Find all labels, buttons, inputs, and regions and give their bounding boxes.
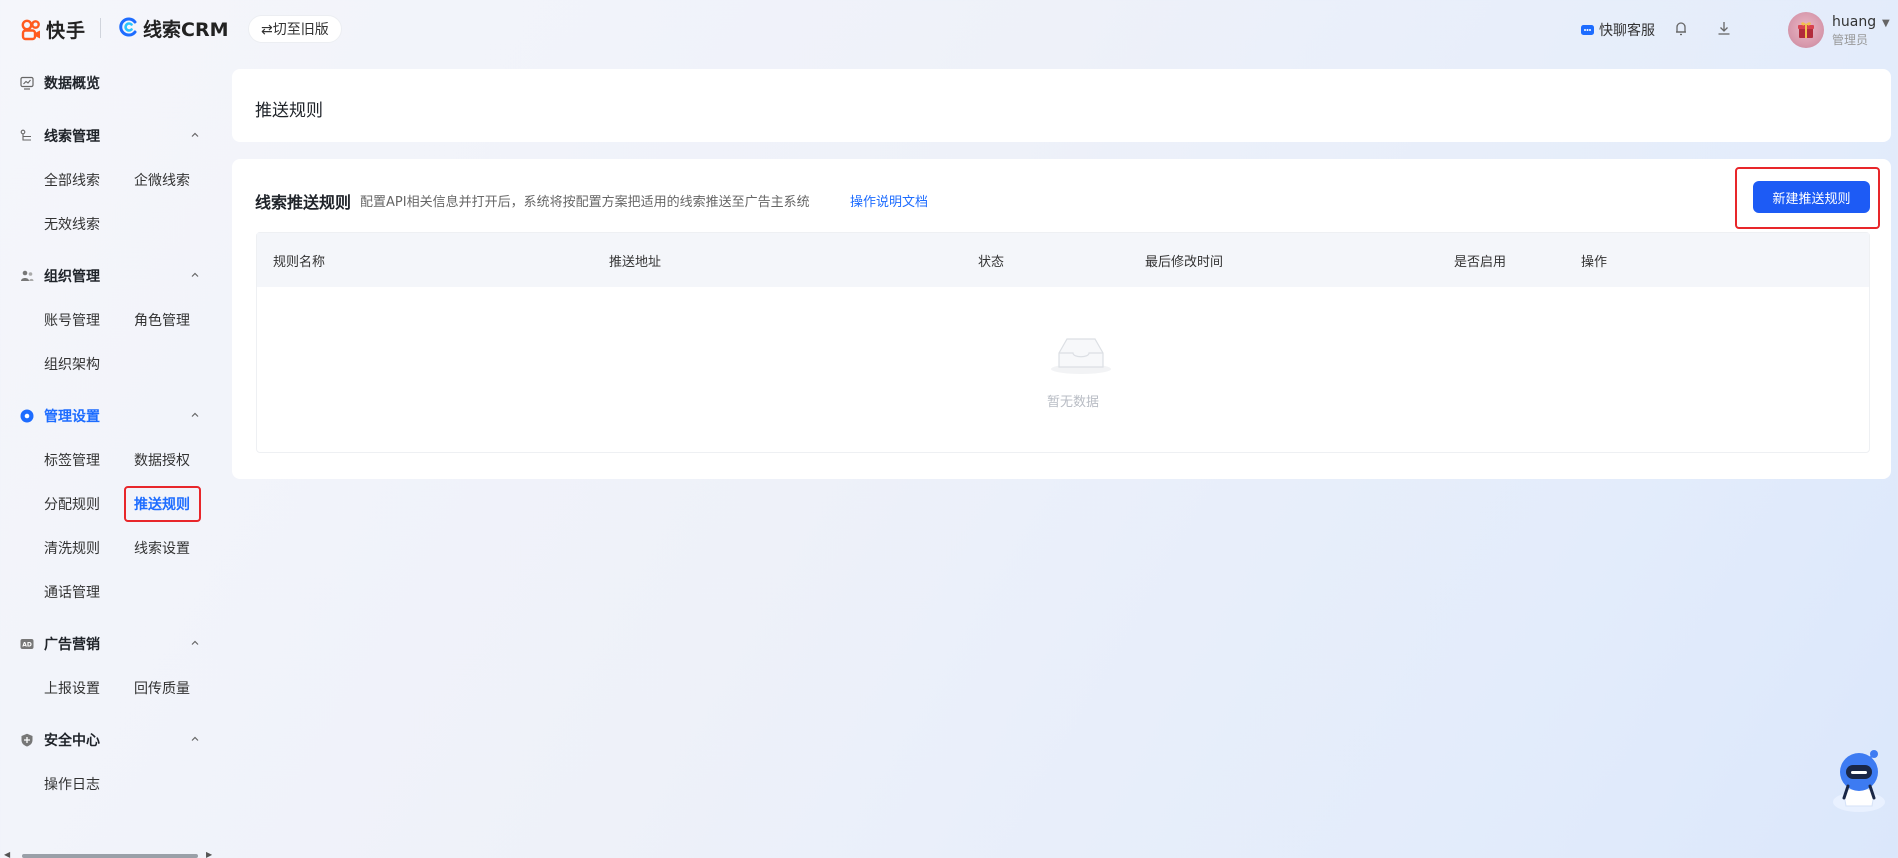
sidebar-item-clean-rules[interactable]: 清洗规则 (44, 536, 100, 560)
empty-inbox-icon (1049, 333, 1113, 379)
sidebar: 数据概览 线索管理 全部线索 企微线索 无效线索 组织管理 账号管理 角色管理 … (0, 58, 210, 858)
ad-icon: AD (20, 637, 34, 651)
chat-icon (1581, 24, 1594, 35)
kefu-label: 快聊客服 (1599, 23, 1655, 39)
rules-table: 规则名称 推送地址 状态 最后修改时间 是否启用 操作 暂无数据 (256, 232, 1870, 453)
sidebar-item-org-structure[interactable]: 组织架构 (44, 352, 100, 376)
scrollbar-thumb[interactable] (22, 854, 198, 858)
brand-name: 快手 (46, 20, 87, 42)
sidebar-group-security[interactable]: 安全中心 (20, 728, 206, 752)
logo-divider (100, 18, 101, 38)
sidebar-group-org-management[interactable]: 组织管理 (20, 264, 206, 288)
settings-icon (20, 409, 34, 423)
assistant-robot-icon[interactable] (1830, 740, 1888, 818)
sidebar-item-wecom-clues[interactable]: 企微线索 (134, 168, 190, 192)
product-name: 线索CRM (143, 19, 229, 41)
column-header-push-url: 推送地址 (609, 255, 662, 270)
sidebar-item-operation-log[interactable]: 操作日志 (44, 772, 100, 796)
clue-icon (20, 129, 34, 143)
user-name[interactable]: huang (1832, 14, 1876, 30)
shield-icon (20, 733, 34, 747)
sidebar-item-clue-settings[interactable]: 线索设置 (134, 536, 190, 560)
section-description: 配置API相关信息并打开后，系统将按配置方案把适用的线索推送至广告主系统 (360, 195, 810, 210)
section-title: 线索推送规则 (255, 193, 352, 212)
sidebar-item-report-settings[interactable]: 上报设置 (44, 676, 100, 700)
chevron-up-icon[interactable] (190, 732, 200, 748)
user-menu-caret-icon[interactable]: ▼ (1882, 18, 1890, 29)
sidebar-group-label: 线索管理 (44, 129, 100, 145)
download-icon[interactable] (1716, 20, 1732, 41)
kuaishou-logo[interactable]: 快手 (20, 16, 86, 43)
sidebar-item-roles[interactable]: 角色管理 (134, 308, 190, 332)
sidebar-item-callback-quality[interactable]: 回传质量 (134, 676, 190, 700)
sidebar-item-assign-rules[interactable]: 分配规则 (44, 492, 100, 516)
chart-icon (20, 76, 34, 90)
user-role: 管理员 (1832, 33, 1869, 47)
sidebar-item-tags[interactable]: 标签管理 (44, 448, 100, 472)
sidebar-item-accounts[interactable]: 账号管理 (44, 308, 100, 332)
column-header-actions: 操作 (1581, 255, 1608, 270)
sidebar-group-label: 管理设置 (44, 409, 100, 425)
chevron-up-icon[interactable] (190, 128, 200, 144)
column-header-rule-name: 规则名称 (273, 255, 326, 270)
scroll-left-arrow-icon[interactable]: ◀ (4, 850, 10, 858)
kuaishou-logo-icon (20, 19, 42, 41)
sidebar-item-data-overview[interactable]: 数据概览 (20, 71, 206, 95)
bell-icon[interactable] (1673, 20, 1689, 41)
sidebar-group-ad-marketing[interactable]: AD 广告营销 (20, 632, 206, 656)
chevron-up-icon[interactable] (190, 408, 200, 424)
sidebar-horizontal-scrollbar[interactable]: ◀ ▶ (0, 850, 218, 858)
gift-avatar-icon (1798, 22, 1814, 38)
chevron-up-icon[interactable] (190, 268, 200, 284)
column-header-enabled: 是否启用 (1454, 255, 1507, 270)
column-header-last-modified: 最后修改时间 (1145, 255, 1224, 270)
sidebar-group-label: 组织管理 (44, 269, 100, 285)
sidebar-group-admin-settings[interactable]: 管理设置 (20, 404, 206, 428)
page-title: 推送规则 (255, 101, 323, 121)
crm-logo[interactable]: 线索CRM (117, 15, 228, 42)
sidebar-group-label: 广告营销 (44, 637, 100, 653)
scroll-right-arrow-icon[interactable]: ▶ (206, 850, 212, 858)
column-header-status: 状态 (978, 255, 1005, 270)
chevron-up-icon[interactable] (190, 636, 200, 652)
table-header: 规则名称 推送地址 状态 最后修改时间 是否启用 操作 (257, 233, 1869, 287)
empty-state-text: 暂无数据 (1047, 395, 1100, 410)
sidebar-item-call-management[interactable]: 通话管理 (44, 580, 100, 604)
switch-old-version-button[interactable]: ⇄切至旧版 (248, 15, 342, 43)
sidebar-item-label: 数据概览 (44, 76, 100, 92)
push-rules-card: 线索推送规则 配置API相关信息并打开后，系统将按配置方案把适用的线索推送至广告… (232, 159, 1891, 479)
avatar[interactable] (1788, 12, 1824, 48)
highlight-box-push-rules (124, 486, 201, 522)
sidebar-group-clue-management[interactable]: 线索管理 (20, 124, 206, 148)
org-icon (20, 269, 34, 283)
kefu-button[interactable]: 快聊客服 (1580, 20, 1655, 40)
top-bar: 快手 线索CRM ⇄切至旧版 快聊客服 huang 管理员 ▼ (0, 0, 1898, 58)
sidebar-group-label: 安全中心 (44, 733, 100, 749)
svg-text:AD: AD (22, 642, 32, 649)
crm-logo-icon (117, 16, 139, 42)
doc-link[interactable]: 操作说明文档 (850, 191, 928, 210)
new-push-rule-button[interactable]: 新建推送规则 (1753, 181, 1870, 213)
sidebar-item-data-auth[interactable]: 数据授权 (134, 448, 190, 472)
sidebar-item-invalid-clues[interactable]: 无效线索 (44, 212, 100, 236)
page-header-card: 推送规则 (232, 69, 1891, 142)
sidebar-item-all-clues[interactable]: 全部线索 (44, 168, 100, 192)
